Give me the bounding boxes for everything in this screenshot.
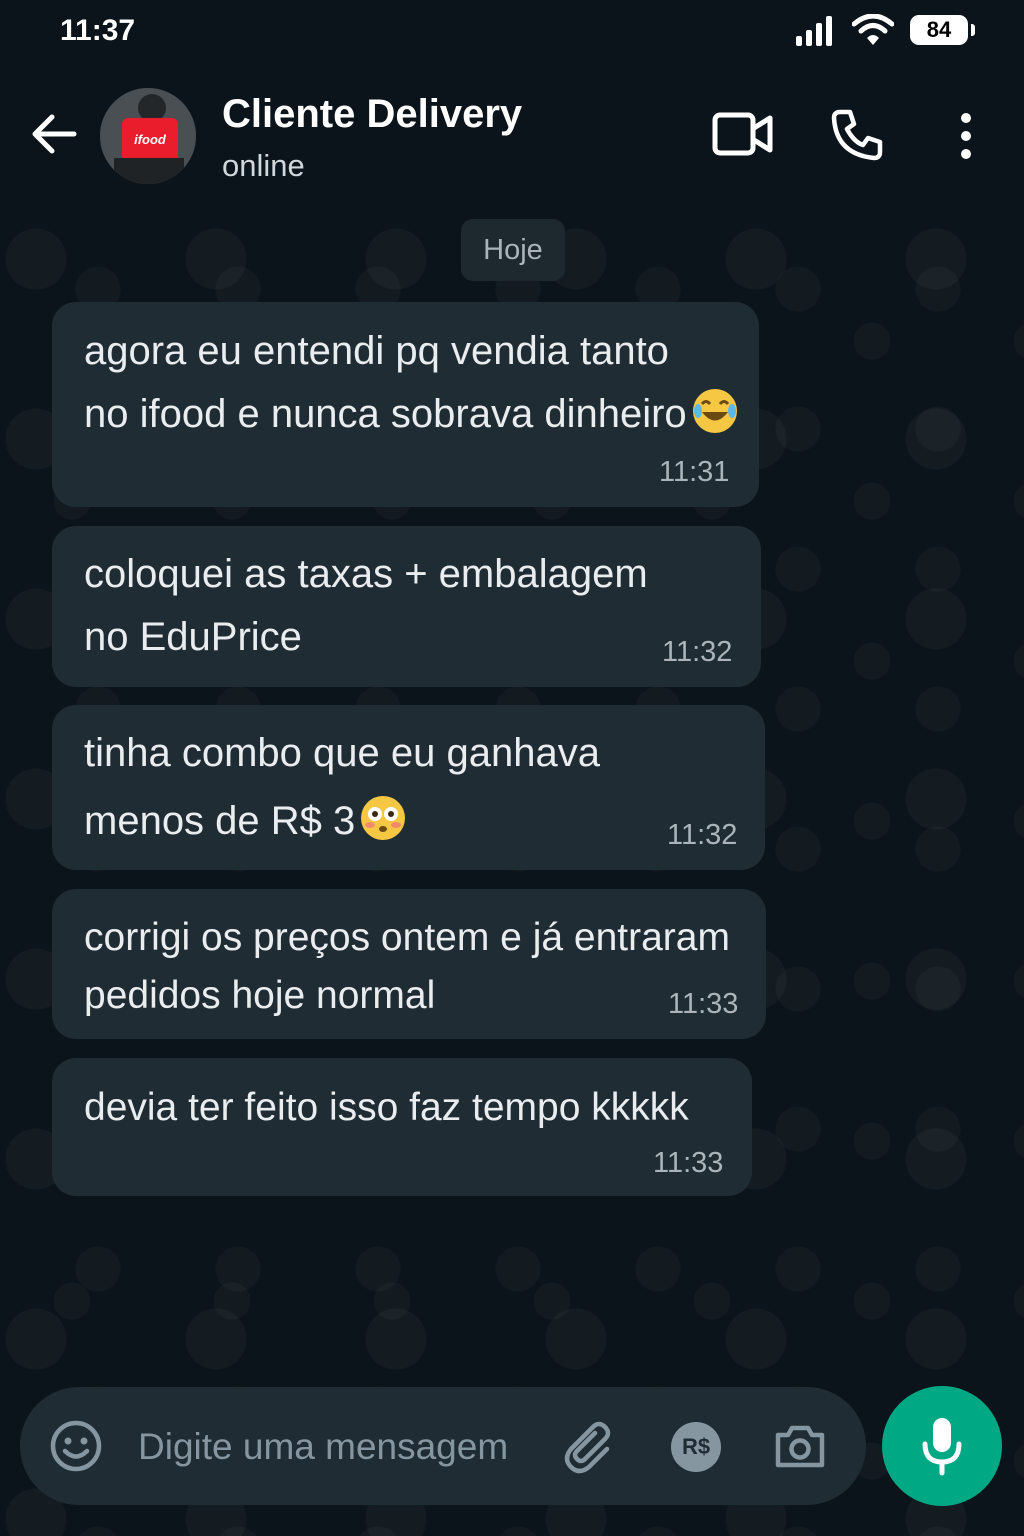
date-divider: Hoje xyxy=(461,219,565,281)
emoji-picker-icon[interactable] xyxy=(50,1420,102,1472)
message-text-line: devia ter feito isso faz tempo kkkkk xyxy=(84,1086,689,1129)
delivery-courier-icon: ifood xyxy=(100,88,196,184)
message-compose-bar: R$ xyxy=(20,1387,866,1505)
message-text-line: coloquei as taxas + embalagem xyxy=(84,552,648,596)
camera-icon[interactable] xyxy=(774,1423,826,1469)
message-time: 11:33 xyxy=(668,988,739,1020)
back-arrow-icon[interactable] xyxy=(30,112,78,156)
message-text-line-with-emoji: menos de R$ 3 xyxy=(84,790,406,853)
message-input[interactable] xyxy=(138,1417,558,1477)
message-time: 11:33 xyxy=(653,1147,724,1179)
battery-level: 84 xyxy=(926,17,952,42)
message-text-line-with-emoji: no ifood e nunca sobrava dinheiro xyxy=(84,383,737,446)
message-text-line: no ifood e nunca sobrava dinheiro xyxy=(84,392,687,436)
contact-avatar[interactable]: ifood xyxy=(100,88,196,184)
status-bar: 11:37 84 xyxy=(0,0,1024,70)
contact-name[interactable]: Cliente Delivery xyxy=(222,92,522,137)
video-call-icon[interactable] xyxy=(712,110,774,158)
message-text-line: menos de R$ 3 xyxy=(84,799,356,843)
tears-of-joy-emoji-icon xyxy=(692,389,737,433)
message-text-line: corrigi os preços ontem e já entraram xyxy=(84,916,730,959)
status-time: 11:37 xyxy=(60,14,136,47)
message-bubble[interactable]: corrigi os preços ontem e já entraram pe… xyxy=(52,889,766,1039)
payment-button[interactable]: R$ xyxy=(671,1422,721,1472)
chat-header: ifood Cliente Delivery online xyxy=(0,78,1024,198)
message-time: 11:32 xyxy=(662,636,733,668)
message-time: 11:31 xyxy=(659,456,730,488)
message-text-line: no EduPrice xyxy=(84,615,302,659)
wifi-icon xyxy=(852,14,894,45)
message-bubble[interactable]: devia ter feito isso faz tempo kkkkk 11:… xyxy=(52,1058,752,1196)
message-bubble[interactable]: coloquei as taxas + embalagem no EduPric… xyxy=(52,526,761,687)
contact-status: online xyxy=(222,148,305,183)
message-text-line: tinha combo que eu ganhava xyxy=(84,731,600,775)
message-text-line: agora eu entendi pq vendia tanto xyxy=(84,329,669,373)
flushed-emoji-icon xyxy=(361,796,406,840)
message-bubble[interactable]: tinha combo que eu ganhava menos de R$ 3… xyxy=(52,705,765,870)
message-time: 11:32 xyxy=(667,819,738,851)
voice-call-icon[interactable] xyxy=(830,108,884,162)
message-text-line: pedidos hoje normal xyxy=(84,974,436,1017)
payment-label: R$ xyxy=(681,1434,711,1459)
signal-icon xyxy=(796,16,832,46)
microphone-icon xyxy=(922,1418,962,1476)
message-bubble[interactable]: agora eu entendi pq vendia tanto no ifoo… xyxy=(52,302,759,507)
voice-message-button[interactable] xyxy=(882,1386,1002,1506)
avatar-badge-text: ifood xyxy=(134,132,167,147)
more-options-icon[interactable] xyxy=(952,112,980,160)
battery-icon: 84 xyxy=(910,15,975,45)
attach-paperclip-icon[interactable] xyxy=(563,1419,619,1475)
